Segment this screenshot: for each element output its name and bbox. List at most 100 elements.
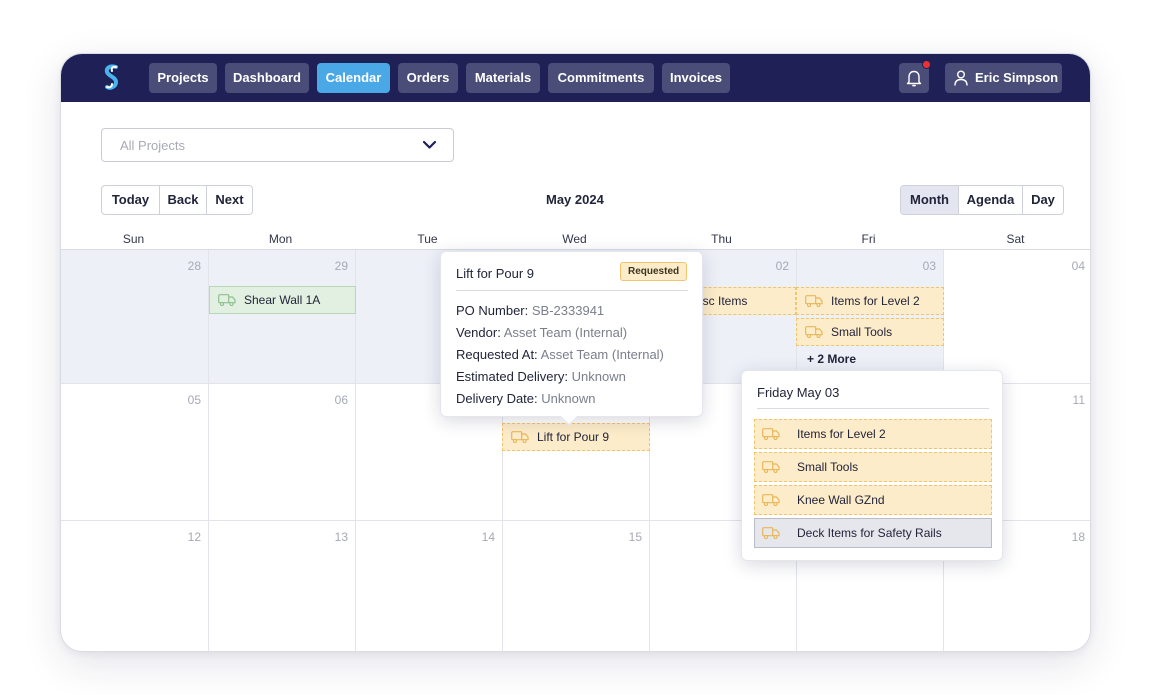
event-label: Shear Wall 1A [244,293,321,307]
event-label: Items for Level 2 [831,294,920,308]
event-items-level-2[interactable]: Items for Level 2 [796,287,944,315]
nav-invoices[interactable]: Invoices [662,63,730,93]
truck-icon [511,431,529,443]
truck-icon [805,295,823,307]
nav-dashboard[interactable]: Dashboard [225,63,309,93]
truck-icon [762,461,780,473]
day-cell[interactable]: 28 [61,250,208,384]
event-lift-pour-9[interactable]: Lift for Pour 9 [502,423,650,451]
delivery-date-row: Delivery Date: Unknown [456,391,595,406]
app-window: Projects Dashboard Calendar Orders Mater… [60,53,1091,652]
notification-dot [922,60,931,69]
day-number: 05 [187,393,201,407]
navigation-button-group: Today Back Next [101,185,253,215]
day-number: 12 [187,530,201,544]
day-cell[interactable]: 15 [502,521,649,651]
user-icon [954,70,968,86]
day-cell[interactable]: 06 [208,384,355,520]
popup-divider [757,408,989,409]
po-number-row: PO Number: SB-2333941 [456,303,604,318]
chevron-down-icon [422,140,437,149]
vendor-row: Vendor: Asset Team (Internal) [456,325,627,340]
po-number-value: SB-2333941 [531,303,605,318]
day-number: 11 [1072,393,1085,407]
weekday-header: Sun [122,232,145,246]
bell-icon [906,70,922,87]
tooltip-title: Lift for Pour 9 [456,266,535,281]
project-select[interactable]: All Projects [101,128,454,162]
month-title: May 2024 [546,192,604,207]
nav-projects[interactable]: Projects [149,63,217,93]
project-select-placeholder: All Projects [120,138,186,153]
weekday-header: Tue [417,232,438,246]
truck-icon [762,428,780,440]
estimated-delivery-row: Estimated Delivery: Unknown [456,369,626,384]
today-button[interactable]: Today [102,186,160,214]
month-view-button[interactable]: Month [901,186,959,214]
truck-icon [762,494,780,506]
day-events-popup: Friday May 03 Items for Level 2 Small To… [741,370,1003,561]
status-badge: Requested [620,262,688,281]
back-button[interactable]: Back [160,186,207,214]
estimated-delivery-value: Unknown [571,369,626,384]
po-number-label: PO Number: [456,303,529,318]
nav-orders[interactable]: Orders [398,63,458,93]
nav-commitments[interactable]: Commitments [548,63,654,93]
tooltip-divider [456,290,688,291]
popup-event-deck-items[interactable]: Deck Items for Safety Rails [754,518,992,548]
day-cell[interactable]: 04 [943,250,1090,384]
popup-event-small-tools[interactable]: Small Tools [754,452,992,482]
event-label: Knee Wall GZnd [797,493,885,507]
event-label: Deck Items for Safety Rails [797,526,942,540]
day-number: 15 [628,530,642,544]
weekday-header: Wed [562,232,587,246]
event-detail-tooltip: Lift for Pour 9 Requested PO Number: SB-… [440,251,703,426]
user-menu-button[interactable]: Eric Simpson [945,63,1062,93]
view-button-group: Month Agenda Day [900,185,1064,215]
day-cell[interactable]: 05 [61,384,208,520]
delivery-date-value: Unknown [541,391,596,406]
day-number: 14 [481,530,495,544]
event-small-tools[interactable]: Small Tools [796,318,944,346]
day-number: 28 [187,259,201,273]
day-number: 06 [334,393,348,407]
day-cell[interactable]: 14 [355,521,502,651]
day-number: 13 [334,530,348,544]
event-label: Small Tools [797,460,859,474]
truck-icon [218,294,236,306]
weekday-header: Mon [268,232,293,246]
event-label: Small Tools [831,325,893,339]
popup-event-items-level-2[interactable]: Items for Level 2 [754,419,992,449]
notifications-button[interactable] [899,60,931,93]
top-navbar: Projects Dashboard Calendar Orders Mater… [61,54,1090,102]
day-number: 02 [775,259,789,273]
agenda-view-button[interactable]: Agenda [959,186,1023,214]
next-button[interactable]: Next [207,186,252,214]
day-number: 03 [922,259,936,273]
popup-date-title: Friday May 03 [757,385,840,400]
estimated-delivery-label: Estimated Delivery: [456,369,568,384]
day-cell[interactable]: 12 [61,521,208,651]
day-cell[interactable]: 29 [208,250,355,384]
popup-event-knee-wall[interactable]: Knee Wall GZnd [754,485,992,515]
day-view-button[interactable]: Day [1023,186,1063,214]
event-label: Lift for Pour 9 [537,430,610,444]
requested-at-value: Asset Team (Internal) [540,347,664,362]
nav-materials[interactable]: Materials [466,63,540,93]
day-number: 29 [334,259,348,273]
requested-at-label: Requested At: [456,347,538,362]
weekday-header: Thu [711,232,732,246]
user-name: Eric Simpson [975,70,1059,85]
delivery-date-label: Delivery Date: [456,391,538,406]
weekday-header: Sat [1006,232,1025,246]
requested-at-row: Requested At: Asset Team (Internal) [456,347,664,362]
nav-calendar[interactable]: Calendar [317,63,390,93]
app-logo-icon[interactable] [101,62,123,94]
event-label: Items for Level 2 [797,427,886,441]
event-shear-wall[interactable]: Shear Wall 1A [209,286,356,314]
vendor-label: Vendor: [456,325,501,340]
day-cell[interactable]: 13 [208,521,355,651]
show-more-link[interactable]: + 2 More [807,352,856,366]
weekday-header: Fri [861,232,876,246]
truck-icon [805,326,823,338]
